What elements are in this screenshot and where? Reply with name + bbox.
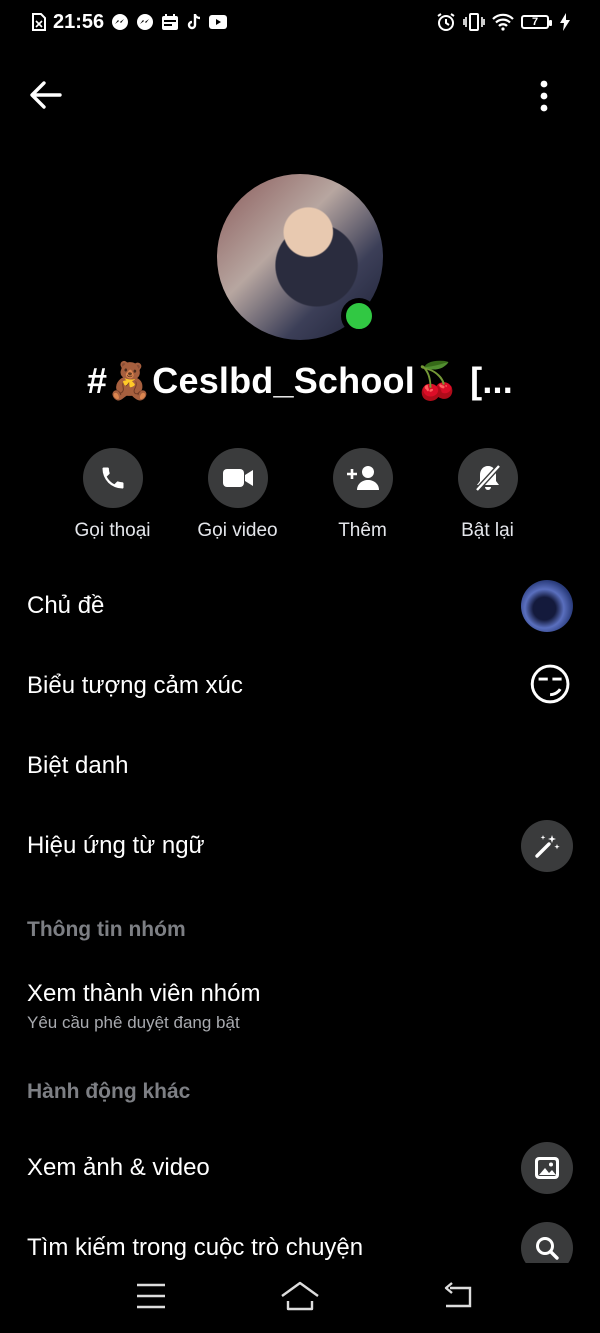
recent-apps-button[interactable]: [131, 1279, 171, 1313]
voice-call-label: Gọi thoại: [74, 520, 151, 541]
theme-preview-icon: [521, 580, 573, 632]
search-icon: [536, 1237, 559, 1260]
messenger-icon: [111, 13, 129, 31]
vibrate-icon: [463, 13, 485, 31]
nicknames-label: Biệt danh: [27, 752, 129, 779]
add-member-button[interactable]: Thêm: [300, 448, 425, 542]
add-member-label: Thêm: [338, 520, 387, 541]
video-call-circle: [207, 448, 268, 508]
word-effects-icon-wrap: [521, 820, 573, 872]
search-conversation-label: Tìm kiếm trong cuộc trò chuyện: [27, 1234, 364, 1261]
group-name[interactable]: #🧸Ceslbd_School🍒 [...: [0, 360, 600, 402]
unmute-circle: [457, 448, 518, 508]
word-effects-row[interactable]: Hiệu ứng từ ngữ: [27, 820, 573, 872]
voice-call-button[interactable]: Gọi thoại: [50, 448, 175, 542]
media-icon-wrap: [521, 1142, 573, 1194]
other-actions-header: Hành động khác: [27, 1080, 191, 1103]
video-call-label: Gọi video: [197, 520, 278, 541]
emoji-label: Biểu tượng cảm xúc: [27, 672, 243, 699]
add-person-icon: [346, 466, 379, 490]
view-members-row[interactable]: Xem thành viên nhóm Yêu cầu phê duyệt đa…: [27, 980, 573, 1040]
voice-call-circle: [82, 448, 143, 508]
theme-label: Chủ đề: [27, 592, 105, 619]
group-info-header: Thông tin nhóm: [27, 918, 186, 941]
video-camera-icon: [222, 469, 253, 487]
add-member-circle: [332, 448, 393, 508]
quick-actions: Gọi thoại Gọi video Thêm Bật lại: [50, 448, 550, 542]
word-effects-label: Hiệu ứng từ ngữ: [27, 832, 205, 859]
view-members-label: Xem thành viên nhóm: [27, 980, 261, 1007]
arrow-left-icon: [30, 81, 62, 109]
magic-wand-icon: [535, 835, 560, 858]
youtube-icon: [209, 14, 228, 30]
home-icon: [281, 1281, 319, 1311]
calendar-icon: [161, 13, 179, 31]
status-bar: 21:56 7: [0, 0, 600, 44]
status-bar-left: 21:56: [32, 10, 228, 34]
view-media-label: Xem ảnh & video: [27, 1154, 210, 1181]
view-members-text: Xem thành viên nhóm Yêu cầu phê duyệt đa…: [27, 980, 260, 1033]
unmute-label: Bật lại: [461, 520, 514, 541]
back-nav-icon: [444, 1282, 472, 1308]
more-vertical-icon: [540, 80, 548, 112]
charging-icon: [560, 13, 570, 31]
nicknames-row[interactable]: Biệt danh: [27, 740, 573, 792]
back-nav-button[interactable]: [438, 1279, 478, 1313]
status-time: 21:56: [53, 10, 105, 33]
tiktok-icon: [186, 13, 202, 31]
wifi-icon: [492, 13, 514, 31]
image-icon: [535, 1157, 559, 1179]
more-options-button[interactable]: [532, 76, 556, 116]
unmute-button[interactable]: Bật lại: [425, 448, 550, 542]
system-nav-bar: [0, 1263, 600, 1333]
group-avatar[interactable]: [217, 174, 385, 342]
home-button[interactable]: [280, 1279, 320, 1313]
view-media-row[interactable]: Xem ảnh & video: [27, 1142, 573, 1194]
battery-level: 7: [531, 16, 539, 28]
view-members-subtitle: Yêu cầu phê duyệt đang bật: [27, 1013, 240, 1032]
messenger-icon: [136, 13, 154, 31]
battery-icon: 7: [521, 15, 552, 29]
bell-muted-icon: [474, 464, 501, 492]
emoji-row[interactable]: Biểu tượng cảm xúc 😏: [27, 660, 573, 712]
theme-row[interactable]: Chủ đề: [27, 580, 573, 632]
alarm-icon: [436, 12, 456, 32]
sim-off-icon: [32, 13, 46, 31]
online-status-dot: [341, 298, 377, 334]
status-bar-right: 7: [436, 12, 570, 32]
top-bar: [0, 70, 600, 120]
video-call-button[interactable]: Gọi video: [175, 448, 300, 542]
smirk-emoji-icon: 😏: [527, 661, 573, 710]
menu-icon: [137, 1283, 165, 1309]
back-button[interactable]: [28, 78, 64, 112]
phone-icon: [102, 467, 123, 489]
